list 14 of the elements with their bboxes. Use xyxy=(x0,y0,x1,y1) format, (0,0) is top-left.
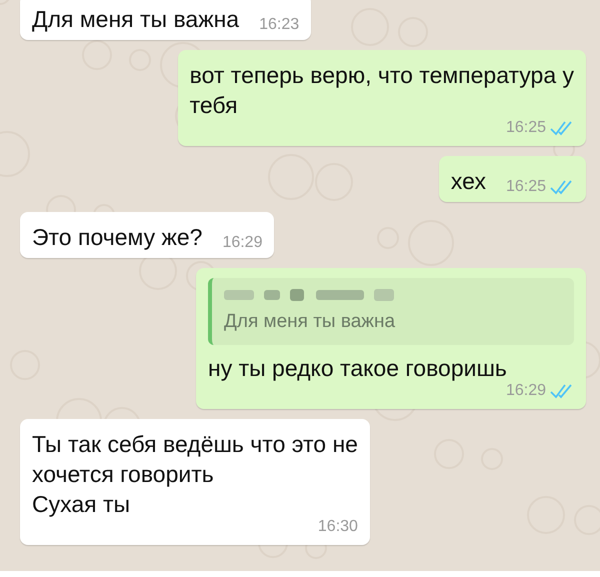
message-text: Это почему же? xyxy=(32,223,202,252)
message-time: 16:29 xyxy=(506,381,546,400)
message-text: Для меня ты важна xyxy=(32,5,240,34)
message-text: хех xyxy=(450,167,486,196)
message-time: 16:29 xyxy=(222,233,262,253)
message-text: вот теперь верю, что температура у тебя xyxy=(190,61,574,120)
quoted-text: Для меня ты важна xyxy=(224,310,396,334)
message-time: 16:25 xyxy=(506,177,546,197)
message-text: ну ты редко такое говоришь xyxy=(208,354,508,382)
quoted-message[interactable]: Для меня ты важна xyxy=(208,278,574,344)
message-time: 16:30 xyxy=(318,516,358,536)
message-time: 16:23 xyxy=(259,15,300,35)
message-text: Ты так себя ведёшь что это не хочется говорить Сухая ты xyxy=(32,430,358,518)
message-time: 16:25 xyxy=(506,118,546,138)
